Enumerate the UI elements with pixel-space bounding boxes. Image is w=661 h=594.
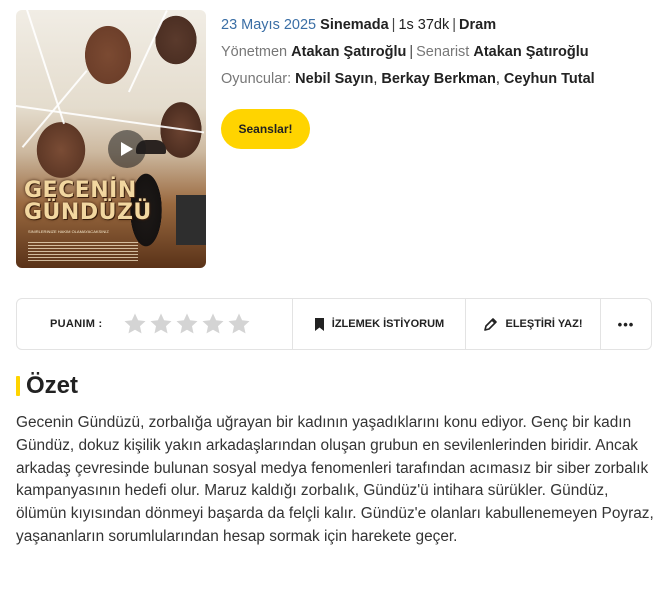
cast-link[interactable]: Nebil Sayın bbox=[295, 71, 373, 87]
director-label: Yönetmen bbox=[221, 44, 288, 60]
release-line: 23 Mayıs 2025 Sinemada | 1s 37dk | Dram bbox=[221, 17, 497, 33]
pencil-icon bbox=[484, 317, 498, 331]
rating-label: PUANIM : bbox=[50, 318, 103, 330]
action-bar: PUANIM : İZLEMEK İSTİYORUM ELEŞTİRİ YAZ!… bbox=[16, 298, 652, 350]
star-icon[interactable] bbox=[201, 312, 225, 336]
movie-poster[interactable]: GECENİN GÜNDÜZÜ SINIRLERINIZE HAKIM OLAM… bbox=[16, 10, 206, 268]
rating-section: PUANIM : bbox=[17, 299, 293, 349]
summary-text: Gecenin Gündüzü, zorbalığa uğrayan bir k… bbox=[16, 414, 654, 545]
heading-accent-bar bbox=[16, 376, 20, 396]
poster-tagline: SINIRLERINIZE HAKIM OLAMAYACAKSINIZ bbox=[28, 229, 109, 234]
duration: 1s 37dk bbox=[398, 17, 450, 33]
write-review-button[interactable]: ELEŞTİRİ YAZ! bbox=[466, 299, 601, 349]
crew-line: Yönetmen Atakan Şatıroğlu | Senarist Ataka… bbox=[221, 44, 589, 60]
movie-info: 23 Mayıs 2025 Sinemada | 1s 37dk | Dram Yöne… bbox=[221, 16, 651, 97]
cast-line: Oyuncular: Nebil Sayın, Berkay Berkman, … bbox=[221, 71, 595, 87]
more-options-button[interactable]: ••• bbox=[601, 299, 651, 349]
star-icon[interactable] bbox=[123, 312, 147, 336]
cast-label: Oyuncular: bbox=[221, 71, 292, 87]
star-icon[interactable] bbox=[175, 312, 199, 336]
cast-link[interactable]: Ceyhun Tutal bbox=[504, 71, 595, 87]
cast-link[interactable]: Berkay Berkman bbox=[381, 71, 495, 87]
watchlist-button[interactable]: İZLEMEK İSTİYORUM bbox=[293, 299, 466, 349]
bookmark-icon bbox=[314, 317, 324, 331]
genre-link[interactable]: Dram bbox=[459, 17, 496, 33]
more-icon: ••• bbox=[617, 316, 635, 332]
release-status[interactable]: Sinemada bbox=[320, 17, 389, 33]
play-icon bbox=[121, 142, 133, 156]
writer-link[interactable]: Atakan Şatıroğlu bbox=[473, 44, 588, 60]
summary-heading: Özet bbox=[16, 371, 78, 401]
director-link[interactable]: Atakan Şatıroğlu bbox=[291, 44, 406, 60]
play-trailer-button[interactable] bbox=[108, 130, 146, 168]
watchlist-label: İZLEMEK İSTİYORUM bbox=[331, 318, 445, 330]
poster-credits bbox=[28, 242, 138, 262]
poster-chalkboard bbox=[176, 195, 206, 245]
rating-stars bbox=[123, 312, 251, 336]
star-icon[interactable] bbox=[149, 312, 173, 336]
write-review-label: ELEŞTİRİ YAZ! bbox=[505, 318, 583, 330]
writer-label: Senarist bbox=[416, 44, 470, 60]
poster-title: GECENİN GÜNDÜZÜ bbox=[24, 178, 152, 225]
star-icon[interactable] bbox=[227, 312, 251, 336]
sessions-button[interactable]: Seanslar! bbox=[221, 109, 310, 149]
release-date: 23 Mayıs 2025 bbox=[221, 17, 317, 33]
summary-title: Özet bbox=[26, 372, 79, 399]
